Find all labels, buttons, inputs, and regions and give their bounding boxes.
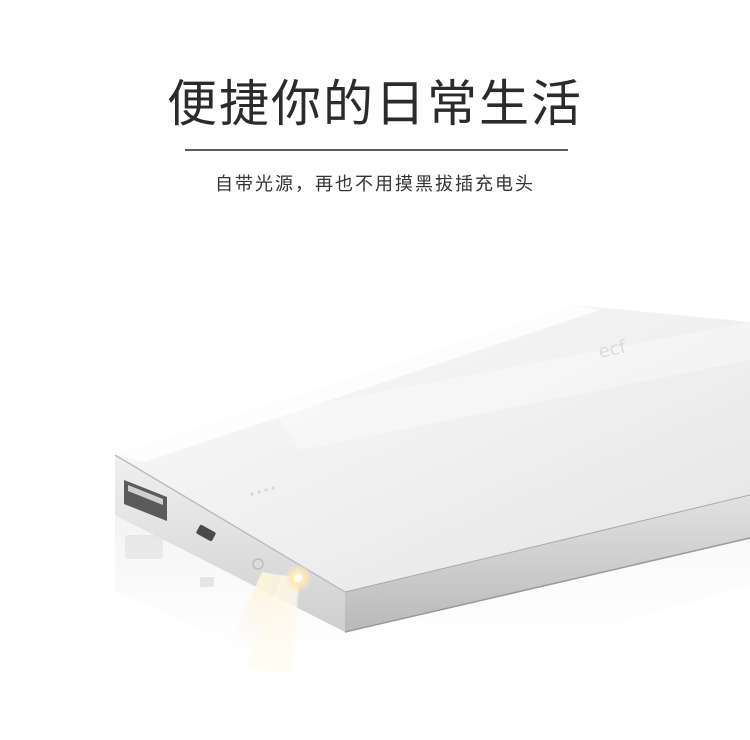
power-bank-illustration: ecf xyxy=(114,305,750,700)
product-banner: 便捷你的日常生活 自带光源，再也不用摸黑拔插充电头 ecf xyxy=(0,0,750,740)
led-light-icon xyxy=(284,564,312,592)
